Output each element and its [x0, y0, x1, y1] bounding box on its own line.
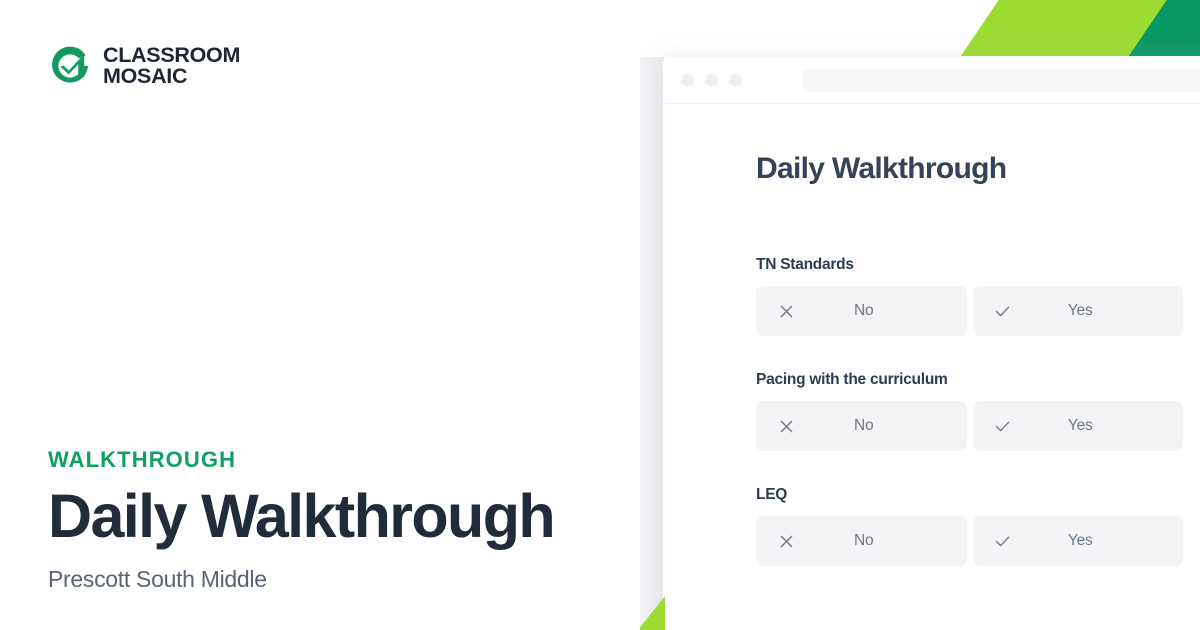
- option-yes-button[interactable]: Yes: [972, 401, 1183, 451]
- question-label: TN Standards: [756, 256, 854, 273]
- brand-line-2: MOSAIC: [103, 64, 188, 88]
- question-group-tn-standards: TN Standards No Yes: [756, 256, 1183, 336]
- x-icon: [777, 420, 795, 433]
- lime-parallelogram-shape: [960, 0, 1200, 56]
- option-label: No: [854, 302, 874, 319]
- hero-block: WALKTHROUGH Daily Walkthrough Prescott S…: [48, 446, 608, 594]
- teal-parallelogram-shape: [1128, 0, 1200, 56]
- address-bar[interactable]: [802, 68, 1200, 92]
- option-no-button[interactable]: No: [756, 401, 967, 451]
- form-title: Daily Walkthrough: [756, 152, 1007, 185]
- option-no-button[interactable]: No: [756, 516, 967, 566]
- option-yes-button[interactable]: Yes: [972, 516, 1183, 566]
- window-controls: [681, 73, 742, 87]
- option-group: No Yes: [756, 516, 1183, 566]
- option-label: No: [854, 532, 874, 549]
- option-label: No: [854, 417, 874, 434]
- window-dot-maximize-icon[interactable]: [729, 73, 742, 87]
- brand-wordmark: CLASSROOM MOSAIC: [103, 43, 241, 88]
- school-name: Prescott South Middle: [48, 566, 267, 593]
- option-group: No Yes: [756, 286, 1183, 336]
- category-eyebrow: WALKTHROUGH: [48, 446, 237, 472]
- browser-titlebar: [663, 57, 1200, 104]
- question-label: Pacing with the curriculum: [756, 371, 948, 388]
- left-content-panel: CLASSROOM MOSAIC WALKTHROUGH Daily Walkt…: [0, 0, 640, 630]
- question-label: LEQ: [756, 486, 788, 503]
- window-dot-minimize-icon[interactable]: [705, 73, 718, 87]
- page-title: Daily Walkthrough: [48, 481, 556, 550]
- option-yes-button[interactable]: Yes: [972, 286, 1183, 336]
- option-group: No Yes: [756, 401, 1183, 451]
- check-icon: [994, 420, 1012, 433]
- check-icon: [994, 535, 1012, 548]
- walkthrough-form: Daily Walkthrough TN Standards No Yes Pa…: [663, 104, 1200, 566]
- check-icon: [994, 305, 1012, 318]
- brand-line-1: CLASSROOM: [103, 43, 241, 68]
- question-group-pacing: Pacing with the curriculum No Yes: [756, 371, 1183, 451]
- x-icon: [777, 305, 795, 318]
- brand-logo[interactable]: CLASSROOM MOSAIC: [48, 44, 240, 88]
- x-icon: [777, 535, 795, 548]
- question-group-leq: LEQ No Yes: [756, 486, 1183, 566]
- classroom-mosaic-logo-icon: [52, 46, 88, 83]
- window-dot-close-icon[interactable]: [681, 73, 694, 87]
- option-label: Yes: [1067, 302, 1093, 319]
- browser-window-mockup: Daily Walkthrough TN Standards No Yes Pa…: [663, 57, 1200, 630]
- option-label: Yes: [1067, 532, 1093, 549]
- option-no-button[interactable]: No: [756, 286, 967, 336]
- option-label: Yes: [1067, 417, 1093, 434]
